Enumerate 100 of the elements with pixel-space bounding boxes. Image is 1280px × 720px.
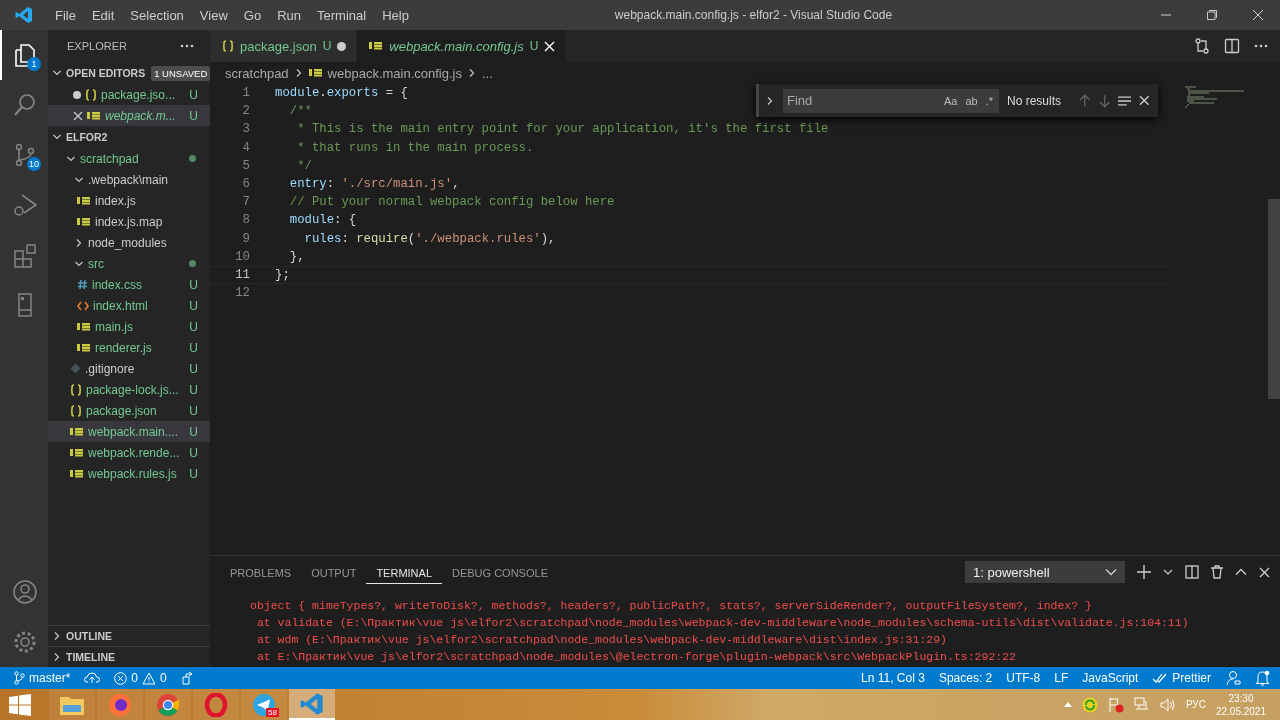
settings-icon[interactable] [12,629,38,655]
terminal-line: at validate (E:\Практик\vue js\elfor2\scratchpad\node_modules\webpack-dev-middleware\node_modules\schema-utils\dist\validate.js:104:11) [255,615,1190,631]
compare-changes-icon[interactable] [1194,38,1210,54]
close-icon[interactable] [1259,566,1270,578]
close-icon[interactable] [73,110,83,121]
flag-error-icon[interactable] [1107,696,1124,713]
section-header[interactable]: OPEN EDITORS 1 UNSAVED [48,62,210,84]
find-option-toggle[interactable]: .* [983,94,995,107]
panel-tab[interactable]: PROBLEMS [220,560,302,584]
file-row[interactable]: index.js [48,190,210,211]
file-row[interactable]: main.js U [48,316,210,337]
status-item[interactable]: LF [1054,671,1069,685]
file-row[interactable]: package-lock.js... U [48,379,210,400]
menu-item[interactable]: Selection [122,7,192,23]
file-row[interactable]: webpack.main.... U [48,421,210,442]
open-editor-row[interactable]: package.jso... U [48,84,210,105]
taskbar-app[interactable] [97,689,143,720]
status-item[interactable]: Spaces: 2 [938,671,993,685]
terminal-dropdown[interactable]: 1: powershell [965,561,1125,583]
menu-item[interactable]: Help [374,7,417,23]
find-option-toggle[interactable]: ab [963,94,980,107]
panel-tab[interactable]: TERMINAL [366,560,442,584]
selection-lines-icon[interactable] [1118,94,1132,107]
chevron-down-icon[interactable] [1163,568,1173,576]
menu-item[interactable]: Terminal [309,7,375,23]
caret-up-icon[interactable] [1063,702,1072,707]
plus-icon[interactable] [1137,565,1151,579]
js-file-icon [77,195,91,206]
more-icon[interactable] [1254,44,1268,48]
editor-tab[interactable]: webpack.main.config.js U [357,30,567,62]
branch-status[interactable]: master* [14,671,71,685]
status-item[interactable]: Ln 11, Col 3 [861,671,925,685]
panel-tab[interactable]: OUTPUT [301,560,367,584]
file-row[interactable]: .gitignore U [48,358,210,379]
file-row[interactable]: index.css U [48,274,210,295]
folder-row[interactable]: node_modules [48,232,210,253]
code-line: // Put your normal webpack config below here [288,195,615,210]
taskbar-app[interactable]: 58 [241,689,287,720]
line-number: 12 [234,286,251,301]
sync-circle-icon[interactable] [1081,696,1098,713]
status-item[interactable]: JavaScript [1082,671,1139,685]
activity-button[interactable]: 10 [0,130,48,180]
menu-item[interactable]: Run [269,7,309,23]
arrow-down-icon[interactable] [1098,93,1111,108]
chevron-up-icon[interactable] [1235,568,1247,576]
trash-icon[interactable] [1211,565,1223,579]
problems-status[interactable]: 0 0 [114,671,167,685]
more-icon[interactable] [180,44,194,48]
git-status: U [529,39,539,53]
panel-tab[interactable]: DEBUG CONSOLE [442,560,558,584]
taskbar-app[interactable] [49,689,95,720]
menu-item[interactable]: View [191,7,236,23]
file-name: renderer.js [95,340,153,355]
open-editor-row[interactable]: webpack.m... U [48,105,210,126]
maximize-icon[interactable] [1206,9,1218,21]
close-icon[interactable] [1252,9,1264,21]
account-icon[interactable] [12,579,38,605]
js-file-icon [308,68,323,78]
split-editor-icon[interactable] [1224,38,1240,54]
folder-row[interactable]: .webpack\main [48,169,210,190]
menu-item[interactable]: Go [235,7,270,23]
file-row[interactable]: index.js.map [48,211,210,232]
editor-tab[interactable]: package.json U [210,30,358,62]
menu-item[interactable]: Edit [83,7,123,23]
network-icon[interactable] [1133,696,1150,713]
live-share-icon[interactable] [180,671,195,685]
feedback-icon[interactable] [1225,670,1241,686]
file-row[interactable]: webpack.rules.js U [48,463,210,484]
file-name: package.jso... [101,87,177,102]
speaker-icon[interactable] [1159,696,1176,713]
scrollbar-thumb[interactable] [1268,199,1280,399]
menu-item[interactable]: File [47,7,84,23]
folder-row[interactable]: src [48,253,210,274]
git-status: U [189,277,198,292]
git-status: U [189,445,198,460]
bell-icon[interactable] [1255,670,1270,686]
arrow-up-icon[interactable] [1079,93,1091,108]
file-row[interactable]: renderer.js U [48,337,210,358]
find-field[interactable]: Find Aa ab .* [783,88,999,113]
find-option-toggle[interactable]: Aa [941,94,960,107]
section-title: ELFOR2 [66,131,108,143]
breadcrumb[interactable]: ... [482,65,493,81]
file-row[interactable]: webpack.rende... U [48,442,210,463]
close-icon[interactable] [1139,95,1150,106]
section-header[interactable]: ELFOR2 [48,126,210,148]
taskbar-app[interactable] [289,689,335,720]
line-number: 9 [241,231,251,246]
file-row[interactable]: index.html U [48,295,210,316]
folder-row[interactable]: scratchpad [48,148,210,169]
prettier-status[interactable]: Prettier [1152,671,1211,685]
chevron-right-icon [765,95,775,106]
file-row[interactable]: package.json U [48,400,210,421]
breadcrumb[interactable]: webpack.main.config.js [327,65,462,81]
cloud-upload-icon[interactable] [84,672,101,684]
status-item[interactable]: UTF-8 [1006,671,1041,685]
taskbar-app[interactable] [145,689,191,720]
breadcrumb[interactable]: scratchpad [225,65,289,81]
play-bug-icon [12,192,38,218]
split-terminal-icon[interactable] [1185,565,1199,579]
windows-logo-icon[interactable] [9,693,31,716]
